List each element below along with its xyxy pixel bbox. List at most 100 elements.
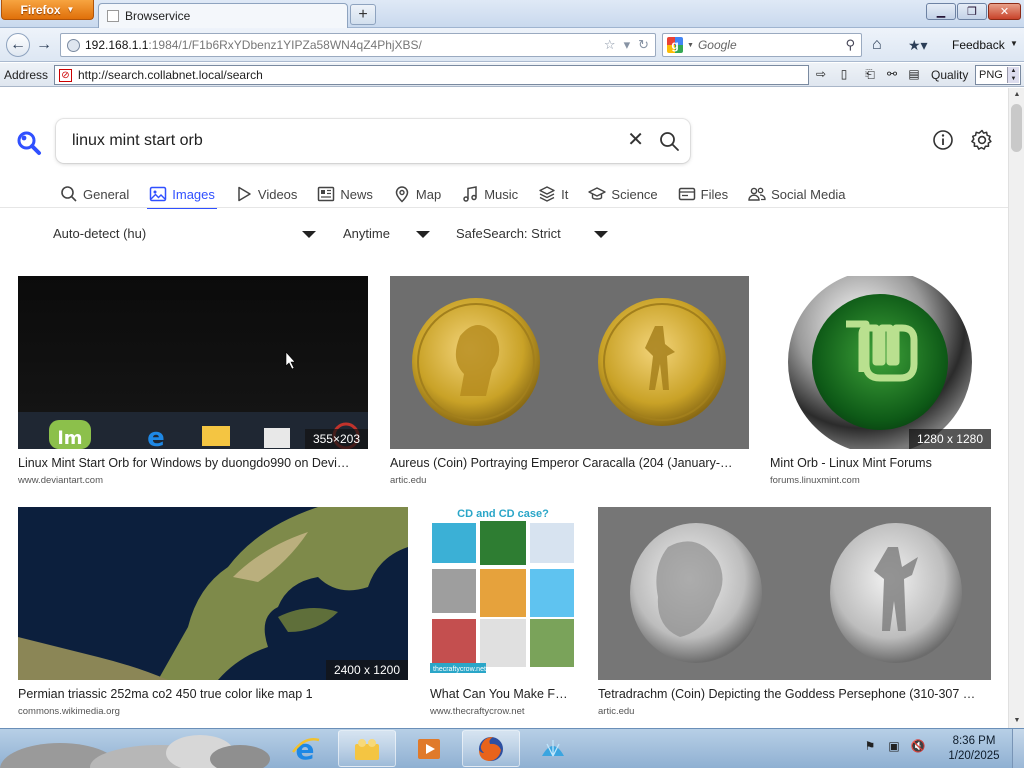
quality-select[interactable]: PNG ▲ ▼ <box>975 65 1021 85</box>
taskbar-media-player[interactable] <box>400 730 458 767</box>
browservice-address-bar: Address ⊘ http://search.collabnet.local/… <box>0 63 1024 87</box>
flag-icon[interactable]: ⚑ <box>862 739 878 755</box>
paste-icon[interactable]: ▤ <box>906 67 922 83</box>
reload-icon[interactable]: ↻ <box>638 37 649 53</box>
tab-label: Science <box>611 186 658 202</box>
navigation-toolbar: ← → 192.168.1.1:1984/1/F1b6RxYDbenz1YIPZ… <box>0 28 1024 62</box>
tab-title: Browservice <box>125 9 191 23</box>
show-desktop-button[interactable] <box>1012 729 1024 768</box>
scroll-up-arrow-icon[interactable]: ▲ <box>1009 88 1024 102</box>
bookmark-star-icon[interactable]: ☆ <box>604 37 616 53</box>
tab-files[interactable]: Files <box>676 181 730 207</box>
language-select[interactable]: Auto-detect (hu) <box>53 226 146 241</box>
scroll-down-arrow-icon[interactable]: ▼ <box>1009 714 1024 728</box>
image-result[interactable]: 1280 x 1280 Mint Orb - Linux Mint Forums… <box>770 276 991 486</box>
tab-social-media[interactable]: Social Media <box>746 181 847 207</box>
go-arrow-icon[interactable]: ⇨ <box>813 67 829 83</box>
feedback-button[interactable]: Feedback <box>952 38 1005 52</box>
tab-it[interactable]: It <box>536 181 570 207</box>
searx-logo-icon[interactable] <box>16 130 42 156</box>
volume-muted-icon[interactable]: 🔇 <box>910 739 926 755</box>
result-thumbnail[interactable]: 2400 x 1200 <box>18 507 408 680</box>
chevron-down-icon[interactable] <box>594 231 608 238</box>
result-thumbnail[interactable]: CD and CD case? thecraftycrow.net <box>430 507 576 680</box>
image-result[interactable]: Aureus (Coin) Portraying Emperor Caracal… <box>390 276 749 486</box>
google-icon[interactable]: g <box>667 37 683 53</box>
divider <box>0 207 1008 208</box>
search-query-text: linux mint start orb <box>72 132 203 149</box>
vertical-scrollbar[interactable]: ▲ ▼ <box>1008 88 1024 728</box>
system-tray: ⚑ ▣ 🔇 <box>862 739 926 755</box>
search-icon[interactable]: ⚲ <box>845 37 855 53</box>
result-source: artic.edu <box>390 475 427 486</box>
result-thumbnail[interactable] <box>390 276 749 449</box>
result-title[interactable]: Tetradrachm (Coin) Depicting the Goddess… <box>598 687 991 701</box>
tab-images[interactable]: Images <box>147 181 217 209</box>
image-result[interactable]: Tetradrachm (Coin) Depicting the Goddess… <box>598 507 991 717</box>
result-thumbnail[interactable]: lm e 355×203 <box>18 276 368 449</box>
gear-icon[interactable] <box>970 128 994 152</box>
safesearch-select[interactable]: SafeSearch: Strict <box>456 226 561 241</box>
result-title[interactable]: Linux Mint Start Orb for Windows by duon… <box>18 456 368 470</box>
time-range-select[interactable]: Anytime <box>343 226 390 241</box>
tab-music[interactable]: Music <box>459 181 520 207</box>
back-button[interactable]: ← <box>6 33 30 57</box>
history-dropdown-icon[interactable]: ▾ <box>624 37 631 53</box>
browser-tab[interactable]: Browservice <box>98 3 348 28</box>
taskbar-internet-explorer[interactable]: e <box>276 730 334 767</box>
layers-icon <box>539 186 555 202</box>
tab-science[interactable]: Science <box>586 181 659 207</box>
result-title[interactable]: Permian triassic 252ma co2 450 true colo… <box>18 687 408 701</box>
image-result[interactable]: 2400 x 1200 Permian triassic 252ma co2 4… <box>18 507 408 717</box>
tab-map[interactable]: Map <box>391 181 443 207</box>
forward-button[interactable]: → <box>32 33 56 57</box>
close-window-button[interactable]: ✕ <box>988 3 1021 20</box>
scrollbar-thumb[interactable] <box>1011 104 1022 152</box>
restore-icon: ❐ <box>967 6 977 18</box>
clipboard-icon[interactable]: ⎗ <box>862 67 878 83</box>
restore-button[interactable]: ❐ <box>957 3 987 20</box>
home-button[interactable]: ⌂ <box>872 36 882 54</box>
result-thumbnail[interactable]: 1280 x 1280 <box>770 276 991 449</box>
taskbar-windows-explorer[interactable] <box>338 730 396 767</box>
clear-search-icon[interactable]: ✕ <box>627 130 644 150</box>
search-page: linux mint start orb ✕ General Images Vi… <box>0 88 1024 728</box>
tab-news[interactable]: News <box>315 181 375 207</box>
info-icon[interactable] <box>932 129 954 151</box>
result-thumbnail[interactable] <box>598 507 991 680</box>
chevron-down-icon[interactable]: ▼ <box>687 42 694 49</box>
image-result[interactable]: lm e 355×203 Linux Mint Start Orb for Wi… <box>18 276 368 486</box>
result-source: artic.edu <box>598 706 635 717</box>
result-title[interactable]: What Can You Make F… <box>430 687 576 701</box>
find-icon[interactable]: ⚯ <box>884 67 900 83</box>
koala-wallpaper-image <box>0 735 270 768</box>
system-clock[interactable]: 8:36 PM 1/20/2025 <box>944 734 1004 764</box>
minimize-button[interactable]: ▁ <box>926 3 956 20</box>
firefox-menu-button[interactable]: Firefox ▼ <box>1 0 94 20</box>
result-title[interactable]: Aureus (Coin) Portraying Emperor Caracal… <box>390 456 745 470</box>
search-input[interactable]: linux mint start orb ✕ <box>56 119 690 163</box>
svg-text:lm: lm <box>58 428 83 449</box>
chevron-down-icon[interactable] <box>302 231 316 238</box>
new-tab-button[interactable]: + <box>350 4 376 25</box>
network-icon[interactable]: ▣ <box>886 739 902 755</box>
chevron-down-icon[interactable]: ▼ <box>1010 39 1018 48</box>
web-search-box[interactable]: g ▼ Google ⚲ <box>662 33 862 57</box>
address-input[interactable]: ⊘ http://search.collabnet.local/search <box>54 65 809 85</box>
minimize-icon: ▁ <box>936 6 946 18</box>
tab-general[interactable]: General <box>58 181 131 207</box>
image-result[interactable]: CD and CD case? thecraftycrow.net What C… <box>430 507 576 717</box>
chevron-down-icon[interactable] <box>416 231 430 238</box>
tab-videos[interactable]: Videos <box>233 181 300 207</box>
result-title[interactable]: Mint Orb - Linux Mint Forums <box>770 456 991 470</box>
bookmarks-menu-button[interactable]: ★▾ <box>908 37 928 54</box>
search-icon[interactable] <box>658 130 680 152</box>
mint-orb-image <box>788 276 972 449</box>
image-dimensions: 355×203 <box>304 429 368 449</box>
url-bar[interactable]: 192.168.1.1:1984/1/F1b6RxYDbenz1YIPZa58W… <box>60 33 656 57</box>
taskbar-firefox[interactable] <box>462 730 520 767</box>
taskbar-shell-app[interactable] <box>524 730 582 767</box>
bookmark-icon[interactable]: ▯ <box>836 67 852 83</box>
page-icon <box>107 10 119 22</box>
spinner-arrows-icon[interactable]: ▲ ▼ <box>1007 67 1019 83</box>
